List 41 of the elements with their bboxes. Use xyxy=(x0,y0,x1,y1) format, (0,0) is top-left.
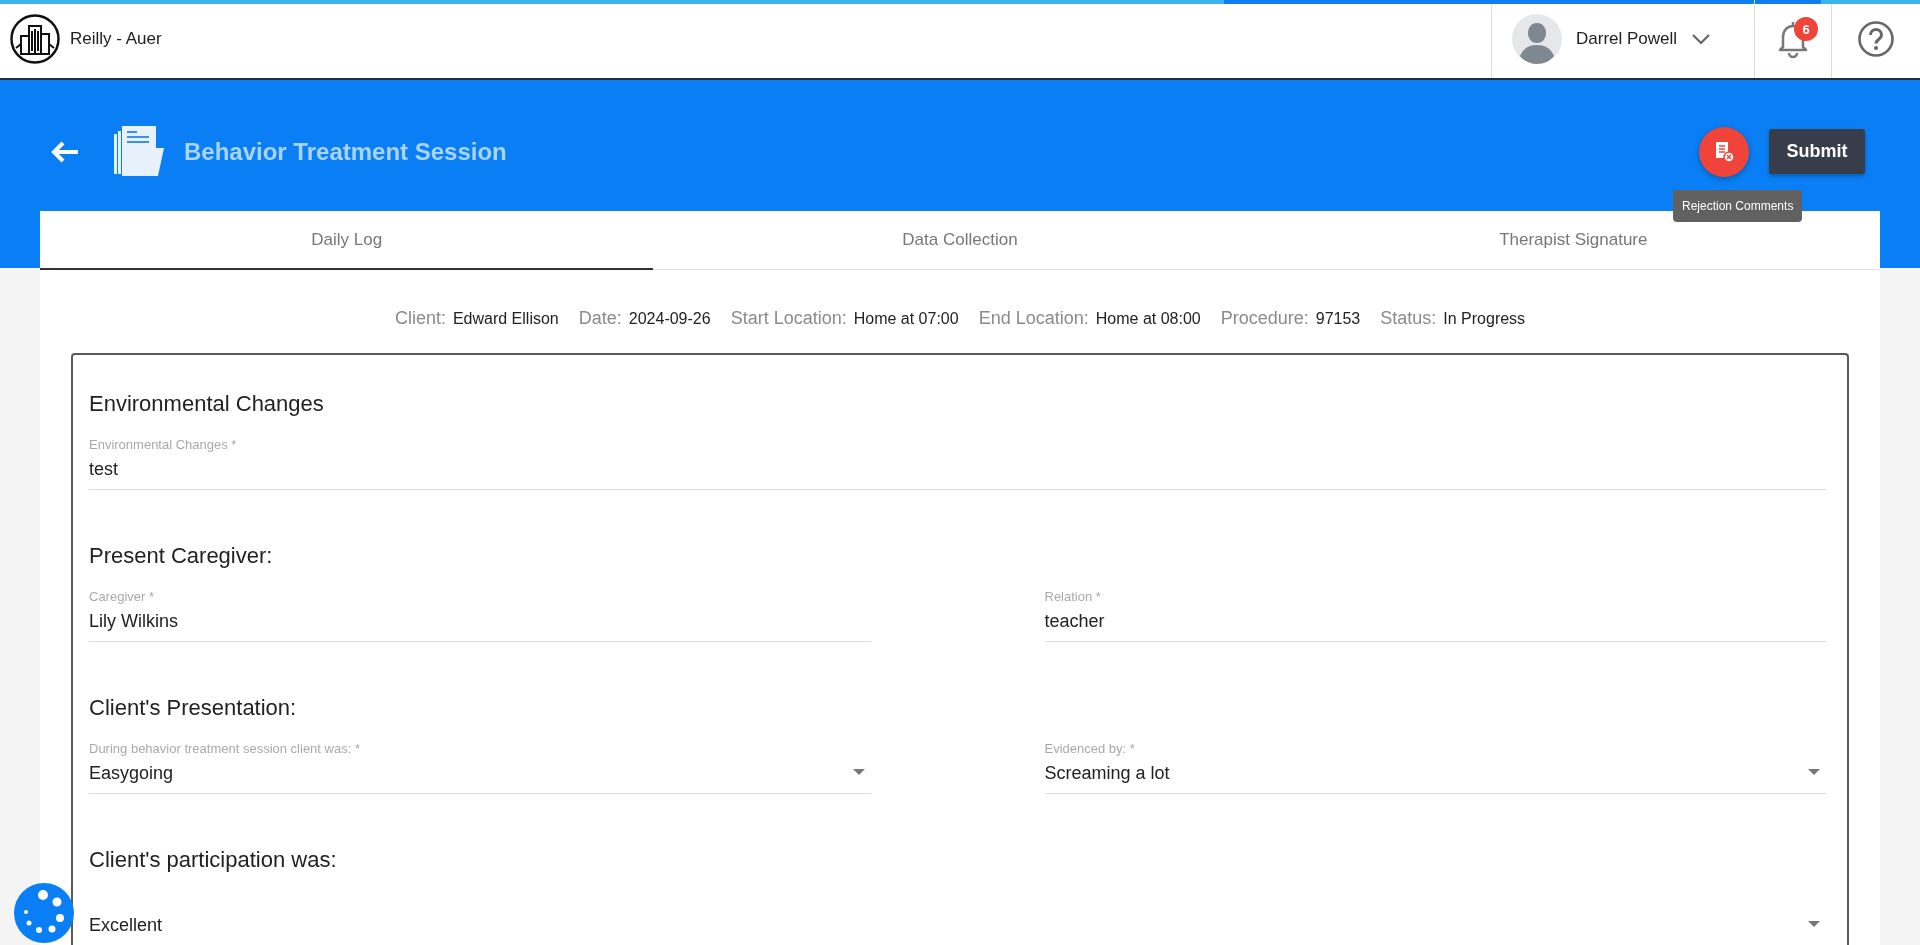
dropdown-arrow-icon xyxy=(852,769,865,775)
tooltip: Rejection Comments xyxy=(1673,190,1803,222)
user-name: Darrel Powell xyxy=(1576,29,1678,49)
text-field[interactable]: Relation * teacher xyxy=(1044,585,1826,642)
section-title: Environmental Changes xyxy=(89,391,325,417)
info-value: 2024-09-26 xyxy=(628,310,711,327)
section-title: Client's Presentation: xyxy=(89,695,298,721)
user-menu[interactable]: Darrel Powell xyxy=(1491,0,1754,78)
company-name: Reilly - Auer xyxy=(70,29,162,49)
select-field[interactable]: Evidenced by: * Screaming a lot xyxy=(1044,737,1826,794)
info-label: Start Location: xyxy=(730,308,847,328)
rejection-comments-button[interactable] xyxy=(1699,126,1749,177)
document-cancel-icon xyxy=(1713,140,1735,163)
info-label: Date: xyxy=(578,308,622,328)
text-field[interactable]: Environmental Changes * test xyxy=(89,433,1826,490)
page-title: Behavior Treatment Session xyxy=(184,137,508,166)
city-logo-icon xyxy=(10,14,60,64)
chevron-down-icon xyxy=(1691,33,1712,45)
section-title: Present Caregiver: xyxy=(89,543,274,569)
section-title: Client's participation was: xyxy=(89,847,338,873)
tab[interactable]: Daily Log xyxy=(40,211,654,270)
dropdown-arrow-icon xyxy=(1808,769,1820,775)
tab[interactable]: Data Collection xyxy=(653,211,1267,270)
info-value: 97153 xyxy=(1315,310,1361,327)
info-value: Home at 08:00 xyxy=(1095,310,1201,327)
dropdown-arrow-icon xyxy=(1808,921,1820,927)
notification-badge: 6 xyxy=(1794,17,1818,41)
info-label: Procedure: xyxy=(1220,308,1309,328)
info-value: In Progress xyxy=(1443,310,1526,327)
info-label: Client: xyxy=(394,308,446,328)
help-icon[interactable] xyxy=(1857,20,1895,58)
info-value: Home at 07:00 xyxy=(853,310,959,327)
avatar-icon xyxy=(1512,14,1562,64)
back-arrow-icon[interactable] xyxy=(50,139,80,164)
info-label: End Location: xyxy=(978,308,1089,328)
submit-button[interactable]: Submit xyxy=(1769,129,1865,174)
select-field[interactable]: Excellent xyxy=(89,889,1826,945)
info-value: Edward Ellison xyxy=(452,310,559,327)
select-field[interactable]: During behavior treatment session client was: * Easygoing xyxy=(89,737,871,794)
info-label: Status: xyxy=(1380,308,1437,328)
text-field[interactable]: Caregiver * Lily Wilkins xyxy=(89,585,871,642)
